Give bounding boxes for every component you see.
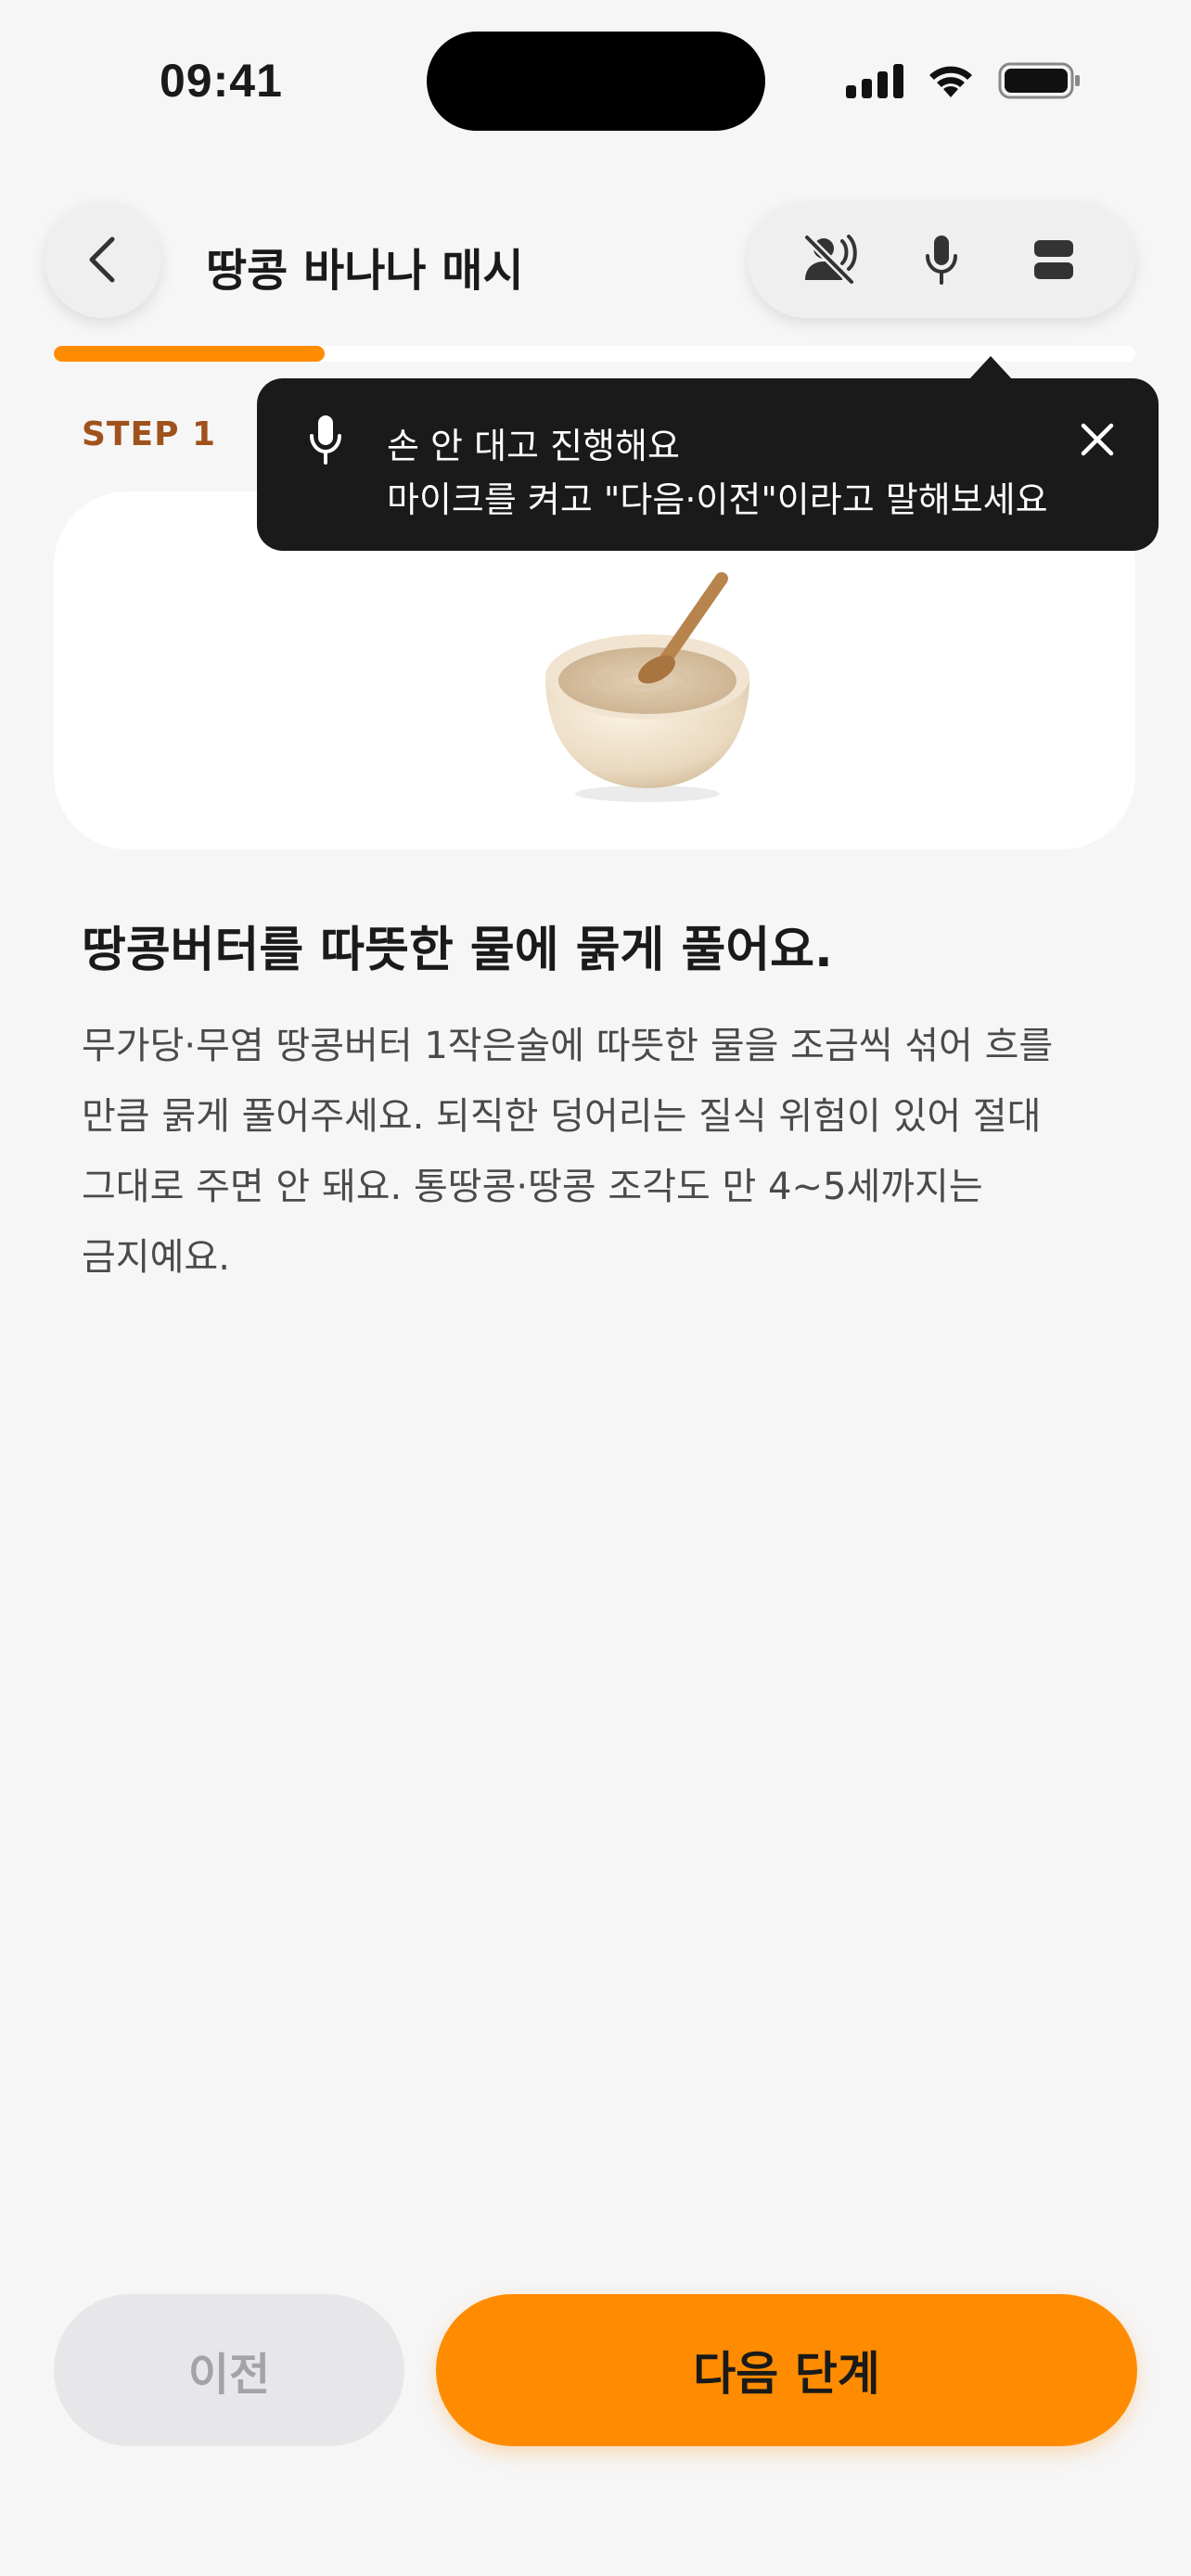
microphone-icon — [310, 415, 341, 465]
voice-hint-tooltip: 손 안 대고 진행해요 마이크를 켜고 "다음·이전"이라고 말해보세요 — [257, 378, 1159, 551]
step-title: 땅콩버터를 따뜻한 물에 묽게 풀어요. — [82, 923, 833, 978]
dynamic-island — [427, 32, 765, 131]
microphone-button[interactable] — [900, 218, 983, 301]
progress-fill — [54, 346, 325, 362]
tooltip-subtitle: 마이크를 켜고 "다음·이전"이라고 말해보세요 — [387, 479, 1048, 520]
voice-off-button[interactable] — [788, 218, 871, 301]
status-bar: 09:41 — [0, 0, 1191, 158]
voice-off-icon — [802, 234, 858, 286]
status-time: 09:41 — [160, 55, 283, 107]
wifi-icon — [929, 66, 972, 97]
layout-toggle-icon — [1033, 240, 1073, 279]
step-description: 무가당·무염 땅콩버터 1작은술에 따뜻한 물을 조금씩 섞어 흐를 만큼 묽게… — [82, 1025, 1054, 1279]
toolbar — [748, 201, 1135, 318]
step-label: STEP 1 — [82, 415, 217, 453]
previous-button[interactable]: 이전 — [54, 2294, 404, 2446]
tooltip-arrow — [968, 356, 1013, 380]
tooltip-close-button[interactable] — [1073, 415, 1121, 464]
back-button[interactable] — [45, 201, 161, 318]
status-icons — [846, 57, 1082, 104]
cellular-signal-icon — [846, 63, 903, 98]
next-step-button[interactable]: 다음 단계 — [436, 2294, 1137, 2446]
page-title: 땅콩 바나나 매시 — [206, 245, 524, 297]
battery-icon — [998, 62, 1080, 99]
tooltip-title: 손 안 대고 진행해요 — [387, 426, 680, 466]
layout-toggle-button[interactable] — [1012, 218, 1095, 301]
chevron-left-icon — [89, 236, 115, 283]
close-icon — [1081, 423, 1114, 456]
porridge-bowl-icon — [536, 566, 759, 807]
microphone-icon — [925, 236, 957, 285]
